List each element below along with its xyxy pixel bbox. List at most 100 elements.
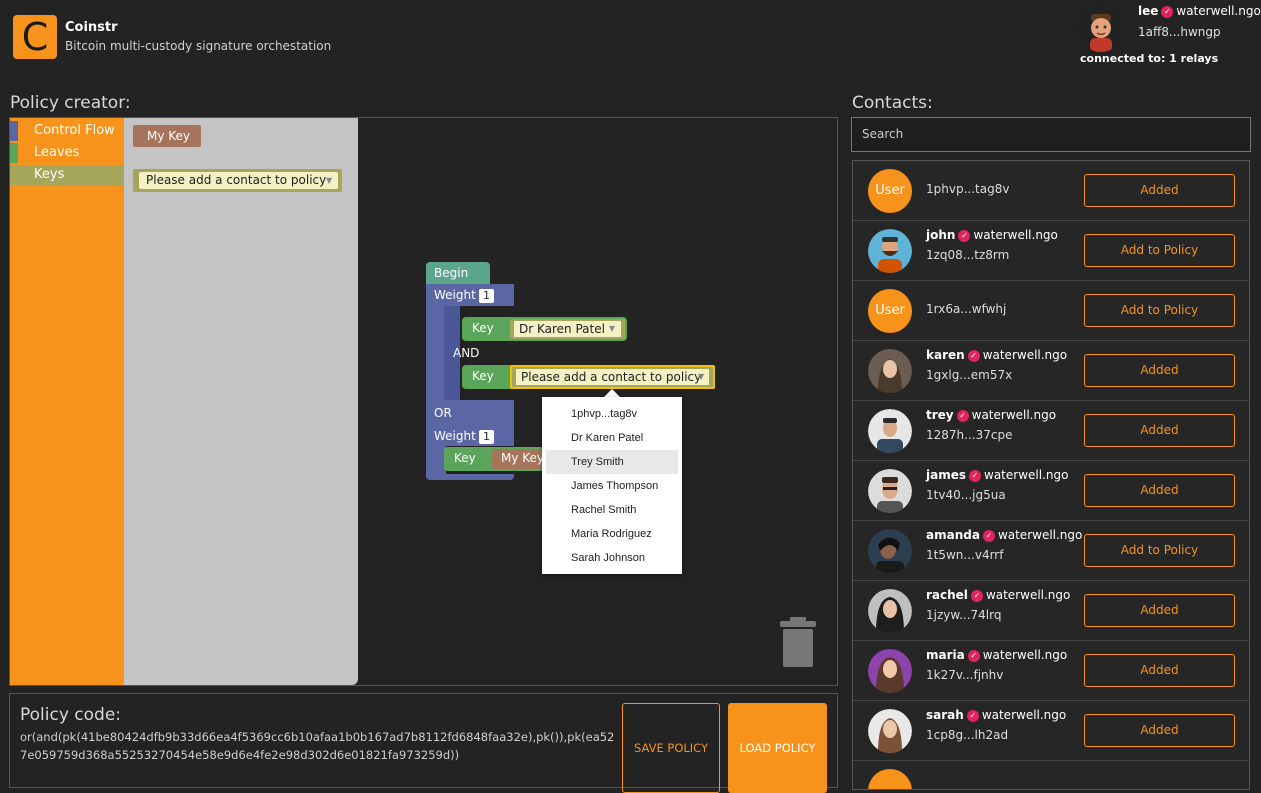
save-policy-button[interactable]: SAVE POLICY: [622, 703, 720, 793]
weight-label: Weight: [434, 288, 476, 302]
user-name: lee ✓ waterwell.ngo: [1138, 4, 1261, 18]
contact-domain: waterwell.ngo: [982, 348, 1068, 362]
contact-row: User 1rx6a...wfwhj Add to Policy: [853, 281, 1249, 341]
block-label: My Key: [501, 451, 545, 465]
key-contact-block-selected[interactable]: Please add a contact to policy ▼: [510, 365, 715, 389]
dropdown-value: Please add a contact to policy: [146, 173, 327, 187]
category-leaves[interactable]: Leaves: [10, 143, 124, 163]
toolbox-categories: [10, 118, 124, 685]
my-key-block[interactable]: My Key: [492, 449, 544, 469]
avatar: [868, 649, 912, 693]
category-label: Leaves: [34, 145, 80, 160]
block-label: Begin: [434, 266, 469, 280]
user-avatar[interactable]: [1078, 6, 1124, 52]
verified-icon: ✓: [982, 529, 995, 542]
category-control-flow[interactable]: Control Flow: [10, 121, 124, 141]
contact-action-button[interactable]: Added: [1084, 414, 1235, 447]
trash-icon[interactable]: [780, 617, 816, 667]
load-policy-button[interactable]: LOAD POLICY: [728, 703, 827, 793]
weight-input[interactable]: 1: [479, 430, 494, 444]
category-label: Keys: [34, 167, 65, 182]
dropdown-option[interactable]: Dr Karen Patel: [542, 426, 682, 450]
key-block-1[interactable]: Key Dr Karen Patel ▼: [462, 317, 627, 341]
contact-action-button[interactable]: Added: [1084, 474, 1235, 507]
contact-action-button[interactable]: Added: [1084, 174, 1235, 207]
weight-input[interactable]: 1: [479, 289, 494, 303]
contact-npub: 1k27v...fjnhv: [926, 668, 1004, 682]
verified-icon: ✓: [967, 349, 980, 362]
contact-action-button[interactable]: Added: [1084, 654, 1235, 687]
and-label: AND: [453, 346, 480, 360]
flyout-my-key-block[interactable]: My Key: [133, 125, 201, 147]
contact-action-button[interactable]: Added: [1084, 594, 1235, 627]
contact-name: trey ✓ waterwell.ngo: [926, 408, 1056, 422]
contact-action-button[interactable]: Add to Policy: [1084, 294, 1235, 327]
key-contact-block[interactable]: Dr Karen Patel ▼: [510, 319, 625, 339]
key-dropdown-field[interactable]: Dr Karen Patel ▼: [514, 321, 621, 337]
contact-row: james ✓ waterwell.ngo 1tv40...jg5ua Added: [853, 461, 1249, 521]
avatar: [868, 229, 912, 273]
contact-action-button[interactable]: Added: [1084, 714, 1235, 747]
search-input[interactable]: Search: [851, 117, 1251, 152]
contact-action-button[interactable]: Add to Policy: [1084, 234, 1235, 267]
begin-block[interactable]: Begin: [426, 262, 490, 286]
key-label: Key: [454, 451, 476, 465]
contact-domain: waterwell.ngo: [982, 648, 1068, 662]
category-label: Control Flow: [34, 123, 115, 138]
dropdown-option[interactable]: James Thompson: [542, 474, 682, 498]
contact-npub: 1cp8g...lh2ad: [926, 728, 1009, 742]
policy-code-text: or(and(pk(41be80424dfb9b33d66ea4f5369cc6…: [20, 730, 615, 762]
dropdown-option[interactable]: Sarah Johnson: [542, 546, 682, 570]
chevron-down-icon: ▼: [326, 176, 333, 185]
verified-icon: ✓: [1161, 5, 1174, 18]
user-npub: 1aff8...hwngp: [1138, 25, 1221, 39]
contact-name-text: sarah: [926, 708, 964, 722]
contact-domain: waterwell.ngo: [981, 708, 1067, 722]
contact-row: sarah ✓ waterwell.ngo 1cp8g...lh2ad Added: [853, 701, 1249, 761]
contact-name-text: maria: [926, 648, 965, 662]
contact-npub: 1zq08...tz8rm: [926, 248, 1010, 262]
contact-domain: waterwell.ngo: [997, 528, 1083, 542]
verified-icon: ✓: [966, 709, 979, 722]
app-subtitle: Bitcoin multi-custody signature orchesta…: [65, 39, 332, 53]
flyout-placeholder-key-block[interactable]: Please add a contact to policy ▼: [133, 169, 342, 192]
contact-npub: 1tv40...jg5ua: [926, 488, 1006, 502]
policy-code-label: Policy code:: [20, 705, 122, 725]
contact-domain: waterwell.ngo: [971, 408, 1057, 422]
verified-icon: ✓: [970, 589, 983, 602]
key-dropdown-field[interactable]: Please add a contact to policy ▼: [516, 369, 709, 385]
avatar: User: [868, 289, 912, 333]
contact-row: User 1phvp...tag8v Added: [853, 161, 1249, 221]
chevron-down-icon: ▼: [609, 324, 616, 333]
contact-dropdown-menu: 1phvp...tag8v Dr Karen Patel Trey Smith …: [542, 397, 682, 574]
category-color-swatch: [10, 121, 18, 141]
dropdown-option-highlighted[interactable]: Trey Smith: [546, 450, 678, 474]
key-block-2[interactable]: Key Please add a contact to policy ▼: [462, 365, 715, 389]
verified-icon: ✓: [969, 469, 981, 482]
contacts-list[interactable]: User 1phvp...tag8v Added john ✓ waterwell.…: [852, 160, 1250, 790]
key-dropdown-field[interactable]: Please add a contact to policy ▼: [139, 172, 338, 189]
dropdown-arrow: [604, 389, 620, 397]
contact-name: amanda ✓ waterwell.ngo: [926, 528, 1082, 542]
contact-row: rachel ✓ waterwell.ngo 1jzyw...74lrq Added: [853, 581, 1249, 641]
contact-row: karen ✓ waterwell.ngo 1gxlg...em57x Added: [853, 341, 1249, 401]
contact-name: karen ✓ waterwell.ngo: [926, 348, 1067, 362]
contact-action-button[interactable]: Added: [1084, 354, 1235, 387]
contact-npub: 1t5wn...v4rrf: [926, 548, 1004, 562]
key-block-3[interactable]: Key My Key: [444, 447, 544, 471]
contacts-label: Contacts:: [852, 93, 933, 113]
dropdown-option[interactable]: Rachel Smith: [542, 498, 682, 522]
key-label: Key: [472, 321, 494, 335]
contact-name-text: james: [926, 468, 966, 482]
avatar: [868, 469, 912, 513]
contact-row: maria ✓ waterwell.ngo 1k27v...fjnhv Added: [853, 641, 1249, 701]
contact-action-button[interactable]: Add to Policy: [1084, 534, 1235, 567]
user-name-text: lee: [1138, 4, 1159, 18]
dropdown-option[interactable]: Maria Rodriguez: [542, 522, 682, 546]
dropdown-option[interactable]: 1phvp...tag8v: [542, 402, 682, 426]
category-keys[interactable]: Keys: [10, 165, 124, 185]
verified-icon: ✓: [958, 229, 971, 242]
policy-creator-label: Policy creator:: [10, 93, 131, 113]
verified-icon: ✓: [967, 649, 980, 662]
contact-name: james ✓ waterwell.ngo: [926, 468, 1068, 482]
